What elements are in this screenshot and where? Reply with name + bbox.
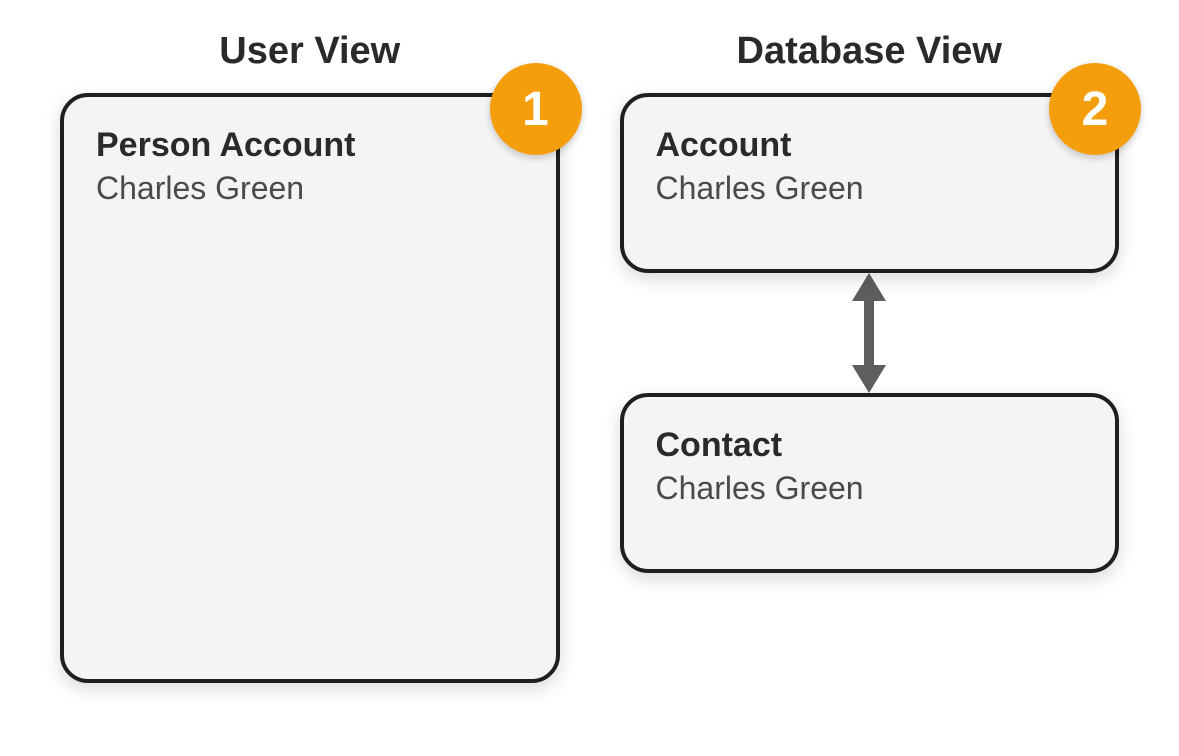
double-arrow-icon <box>844 273 894 393</box>
user-view-column: User View 1 Person Account Charles Green <box>60 30 560 683</box>
badge-two: 2 <box>1049 63 1141 155</box>
user-view-title: User View <box>219 30 400 73</box>
database-view-title: Database View <box>737 30 1002 73</box>
person-account-card: 1 Person Account Charles Green <box>60 93 560 683</box>
person-account-card-subtitle: Charles Green <box>96 168 524 210</box>
account-card-subtitle: Charles Green <box>656 168 1084 210</box>
database-view-column: Database View 2 Account Charles Green Co… <box>620 30 1120 573</box>
contact-card: Contact Charles Green <box>620 393 1120 573</box>
badge-one: 1 <box>490 63 582 155</box>
diagram-container: User View 1 Person Account Charles Green… <box>0 0 1179 713</box>
bidirectional-arrow <box>844 273 894 393</box>
account-card: 2 Account Charles Green <box>620 93 1120 273</box>
person-account-card-title: Person Account <box>96 125 524 166</box>
account-card-title: Account <box>656 125 1084 166</box>
contact-card-title: Contact <box>656 425 1084 466</box>
contact-card-subtitle: Charles Green <box>656 468 1084 510</box>
